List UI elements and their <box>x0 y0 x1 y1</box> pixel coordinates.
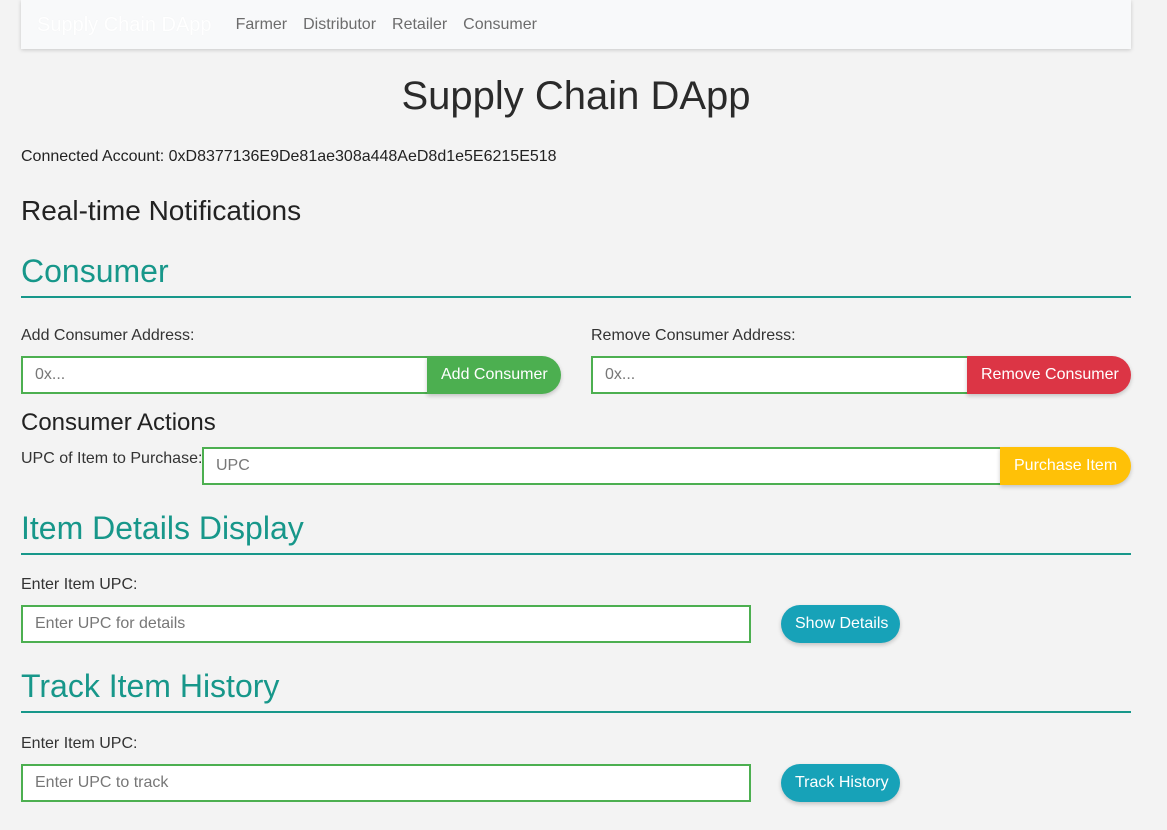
notifications-heading: Real-time Notifications <box>21 195 302 226</box>
track-history-upc-input[interactable] <box>21 764 751 802</box>
remove-consumer-button[interactable]: Remove Consumer <box>967 356 1131 394</box>
add-consumer-button[interactable]: Add Consumer <box>427 356 561 394</box>
add-consumer-address-input[interactable] <box>21 356 429 394</box>
nav-link-distributor[interactable]: Distributor <box>303 4 376 46</box>
track-history-section-title: Track Item History <box>21 668 1131 713</box>
item-details-section-title: Item Details Display <box>21 510 1131 555</box>
track-history-button[interactable]: Track History <box>781 764 900 802</box>
nav-link-consumer[interactable]: Consumer <box>463 4 537 46</box>
navbar: Supply Chain DApp Farmer Distributor Ret… <box>21 0 1131 49</box>
nav-link-farmer[interactable]: Farmer <box>236 4 288 46</box>
page-title: Supply Chain DApp <box>401 74 751 118</box>
navbar-brand[interactable]: Supply Chain DApp <box>37 4 212 46</box>
item-details-upc-input[interactable] <box>21 605 751 643</box>
item-details-upc-label: Enter Item UPC: <box>21 576 138 593</box>
purchase-upc-input[interactable] <box>202 447 1002 485</box>
add-consumer-label: Add Consumer Address: <box>21 327 195 344</box>
upc-purchase-label: UPC of Item to Purchase: <box>21 450 203 467</box>
connected-account: Connected Account: 0xD8377136E9De81ae308… <box>21 148 557 165</box>
track-history-upc-label: Enter Item UPC: <box>21 735 138 752</box>
nav-link-retailer[interactable]: Retailer <box>392 4 447 46</box>
remove-consumer-label: Remove Consumer Address: <box>591 327 796 344</box>
purchase-item-button[interactable]: Purchase Item <box>1000 447 1131 485</box>
show-details-button[interactable]: Show Details <box>781 605 900 643</box>
consumer-section-title: Consumer <box>21 253 1131 298</box>
remove-consumer-address-input[interactable] <box>591 356 969 394</box>
consumer-actions-heading: Consumer Actions <box>21 409 216 436</box>
